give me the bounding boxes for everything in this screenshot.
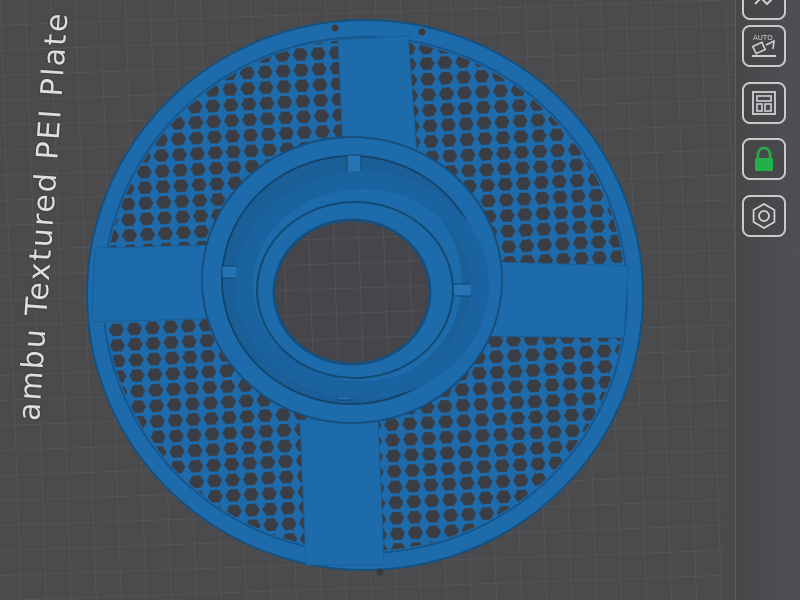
- arrange-button[interactable]: [742, 0, 786, 20]
- rim-hole-bottom: [376, 568, 384, 576]
- rim-hole-right: [418, 28, 426, 36]
- arrange-icon: [754, 0, 773, 6]
- auto-orient-button[interactable]: AUTO: [742, 25, 786, 67]
- nut-settings-button[interactable]: [742, 195, 786, 237]
- nut-settings-icon: [752, 202, 776, 230]
- rim-hole-left: [331, 24, 339, 32]
- spoke-right: [489, 261, 629, 339]
- lock-button[interactable]: [742, 138, 786, 180]
- spoke-bottom: [299, 419, 385, 566]
- plate-layout-icon: [752, 91, 776, 115]
- 3d-viewport[interactable]: ambu Textured PEI Plate: [0, 0, 800, 600]
- plate-layout-button[interactable]: [742, 82, 786, 124]
- auto-orient-icon: AUTO: [751, 34, 776, 57]
- app-window: ambu Textured PEI Plate AUTO: [0, 0, 800, 600]
- auto-badge-text: AUTO: [753, 34, 773, 42]
- core-hole-bed-grid: [276, 222, 428, 362]
- lock-icon: [755, 146, 773, 171]
- build-plate-scene: [0, 0, 748, 600]
